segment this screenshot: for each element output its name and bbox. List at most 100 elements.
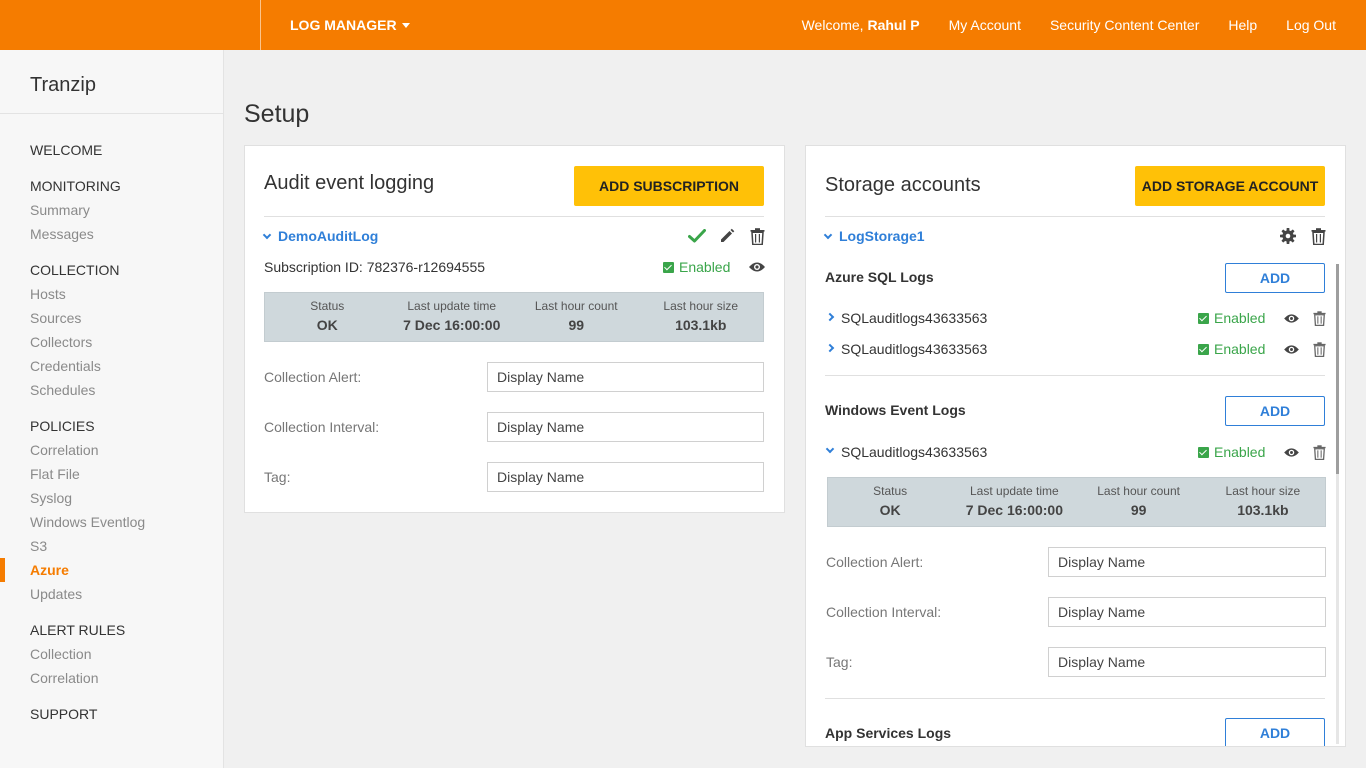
eye-icon[interactable] xyxy=(746,258,768,276)
sidebar-item-alert-collection[interactable]: Collection xyxy=(0,642,223,666)
audit-status-box: Status OK Last update time 7 Dec 16:00:00 … xyxy=(264,292,764,342)
audit-enabled-checkbox[interactable]: Enabled xyxy=(663,259,730,275)
storage-divider xyxy=(825,216,1325,217)
nav-section-alert-rules: ALERT RULES xyxy=(30,622,126,638)
nav-section-support[interactable]: SUPPORT xyxy=(0,702,223,726)
sidebar-item-credentials[interactable]: Credentials xyxy=(0,354,223,378)
add-storage-account-button[interactable]: ADD STORAGE ACCOUNT xyxy=(1135,166,1325,206)
last-hour-count-label: Last hour count xyxy=(534,299,618,313)
collection-interval-input[interactable]: Display Name xyxy=(487,412,764,442)
check-icon[interactable] xyxy=(687,227,707,245)
add-app-services-log-button[interactable]: ADD xyxy=(1225,718,1325,746)
scrollbar-thumb[interactable] xyxy=(1336,264,1339,474)
sql-log-1-enabled-checkbox[interactable]: Enabled xyxy=(1198,310,1265,326)
windows-section-divider xyxy=(825,698,1325,699)
caret-down-icon xyxy=(401,22,410,28)
tag-input[interactable]: Display Name xyxy=(1048,647,1326,677)
demo-audit-log-toggle[interactable]: DemoAuditLog xyxy=(262,228,379,244)
add-subscription-button[interactable]: ADD SUBSCRIPTION xyxy=(574,166,764,206)
windows-log-enabled-checkbox[interactable]: Enabled xyxy=(1198,444,1265,460)
windows-log-row[interactable]: SQLauditlogs43633563 xyxy=(825,444,987,460)
sidebar: Tranzip WELCOME MONITORING Summary Messa… xyxy=(0,50,224,768)
collection-interval-label: Collection Interval: xyxy=(264,419,380,435)
sql-log-name: SQLauditlogs43633563 xyxy=(841,341,988,357)
collection-alert-label: Collection Alert: xyxy=(826,554,924,570)
trash-icon[interactable] xyxy=(1310,443,1328,461)
log-manager-menu[interactable]: LOG MANAGER xyxy=(290,0,410,50)
audit-card-title: Audit event logging xyxy=(264,172,435,194)
windows-event-logs-title: Windows Event Logs xyxy=(825,402,966,418)
sidebar-item-azure[interactable]: Azure xyxy=(0,558,223,582)
storage-card-title: Storage accounts xyxy=(825,174,981,196)
sidebar-item-correlation[interactable]: Correlation xyxy=(0,438,223,462)
enabled-label: Enabled xyxy=(1214,341,1266,357)
checkbox-checked-icon xyxy=(1198,312,1209,324)
sidebar-item-updates[interactable]: Updates xyxy=(0,582,223,606)
checkbox-checked-icon xyxy=(1198,446,1209,458)
sidebar-item-messages[interactable]: Messages xyxy=(0,222,223,246)
org-name: Tranzip xyxy=(30,74,96,96)
sidebar-item-hosts[interactable]: Hosts xyxy=(0,282,223,306)
eye-icon[interactable] xyxy=(1280,443,1302,461)
status-col: Status OK xyxy=(828,478,952,526)
last-update-col: Last update time 7 Dec 16:00:00 xyxy=(390,293,515,341)
nav-section-monitoring: MONITORING xyxy=(30,178,121,194)
sidebar-item-syslog[interactable]: Syslog xyxy=(0,486,223,510)
last-hour-size-label: Last hour size xyxy=(1225,484,1301,498)
nav-section-policies: POLICIES xyxy=(30,418,95,434)
sql-section-divider xyxy=(825,375,1325,376)
last-update-label: Last update time xyxy=(970,484,1059,498)
tag-input[interactable]: Display Name xyxy=(487,462,764,492)
last-hour-count-col: Last hour count 99 xyxy=(1077,478,1201,526)
log-storage-toggle[interactable]: LogStorage1 xyxy=(823,228,925,244)
sidebar-item-sources[interactable]: Sources xyxy=(0,306,223,330)
sidebar-item-flat-file[interactable]: Flat File xyxy=(0,462,223,486)
enabled-label: Enabled xyxy=(1214,310,1266,326)
eye-icon[interactable] xyxy=(1280,309,1302,327)
collection-interval-input[interactable]: Display Name xyxy=(1048,597,1326,627)
tag-label: Tag: xyxy=(264,469,291,485)
nav-section-welcome[interactable]: WELCOME xyxy=(0,138,223,162)
edit-pencil-icon[interactable] xyxy=(717,227,737,245)
sidebar-item-s3[interactable]: S3 xyxy=(0,534,223,558)
log-storage-name: LogStorage1 xyxy=(839,228,925,244)
last-hour-size-col: Last hour size 103.1kb xyxy=(639,293,764,341)
sidebar-item-windows-eventlog[interactable]: Windows Eventlog xyxy=(0,510,223,534)
azure-sql-logs-title: Azure SQL Logs xyxy=(825,269,934,285)
last-hour-size-value: 103.1kb xyxy=(1237,502,1289,518)
last-hour-count-value: 99 xyxy=(568,317,585,333)
help-link[interactable]: Help xyxy=(1228,17,1257,33)
collection-alert-input[interactable]: Display Name xyxy=(487,362,764,392)
sidebar-item-summary[interactable]: Summary xyxy=(0,198,223,222)
add-sql-log-button[interactable]: ADD xyxy=(1225,263,1325,293)
status-value: OK xyxy=(316,317,338,333)
trash-icon[interactable] xyxy=(1308,226,1328,246)
storage-scrollbar[interactable] xyxy=(1336,264,1339,744)
storage-accounts-card: Storage accounts ADD STORAGE ACCOUNT Log… xyxy=(805,145,1346,747)
trash-icon[interactable] xyxy=(1310,309,1328,327)
trash-icon[interactable] xyxy=(1310,340,1328,358)
trash-icon[interactable] xyxy=(747,226,767,246)
gear-icon[interactable] xyxy=(1278,227,1298,245)
sidebar-item-schedules[interactable]: Schedules xyxy=(0,378,223,402)
chevron-right-icon xyxy=(825,343,835,353)
user-name: Rahul P xyxy=(867,17,920,33)
sql-log-row-2[interactable]: SQLauditlogs43633563 xyxy=(825,341,988,357)
audit-event-logging-card: Audit event logging ADD SUBSCRIPTION Dem… xyxy=(244,145,785,513)
collection-alert-input[interactable]: Display Name xyxy=(1048,547,1326,577)
my-account-link[interactable]: My Account xyxy=(949,17,1021,33)
collection-alert-label: Collection Alert: xyxy=(264,369,362,385)
sidebar-item-alert-correlation[interactable]: Correlation xyxy=(0,666,223,690)
security-content-center-link[interactable]: Security Content Center xyxy=(1050,17,1199,33)
sql-log-2-enabled-checkbox[interactable]: Enabled xyxy=(1198,341,1265,357)
add-windows-log-button[interactable]: ADD xyxy=(1225,396,1325,426)
log-out-link[interactable]: Log Out xyxy=(1286,17,1336,33)
last-hour-count-col: Last hour count 99 xyxy=(514,293,639,341)
eye-icon[interactable] xyxy=(1280,340,1302,358)
sql-log-row-1[interactable]: SQLauditlogs43633563 xyxy=(825,310,987,326)
welcome-text: Welcome, Rahul P xyxy=(773,17,920,33)
sidebar-nav: WELCOME MONITORING Summary Messages COLL… xyxy=(0,138,223,726)
sidebar-item-collectors[interactable]: Collectors xyxy=(0,330,223,354)
last-update-value: 7 Dec 16:00:00 xyxy=(403,317,501,333)
demo-audit-log-name: DemoAuditLog xyxy=(278,228,379,244)
